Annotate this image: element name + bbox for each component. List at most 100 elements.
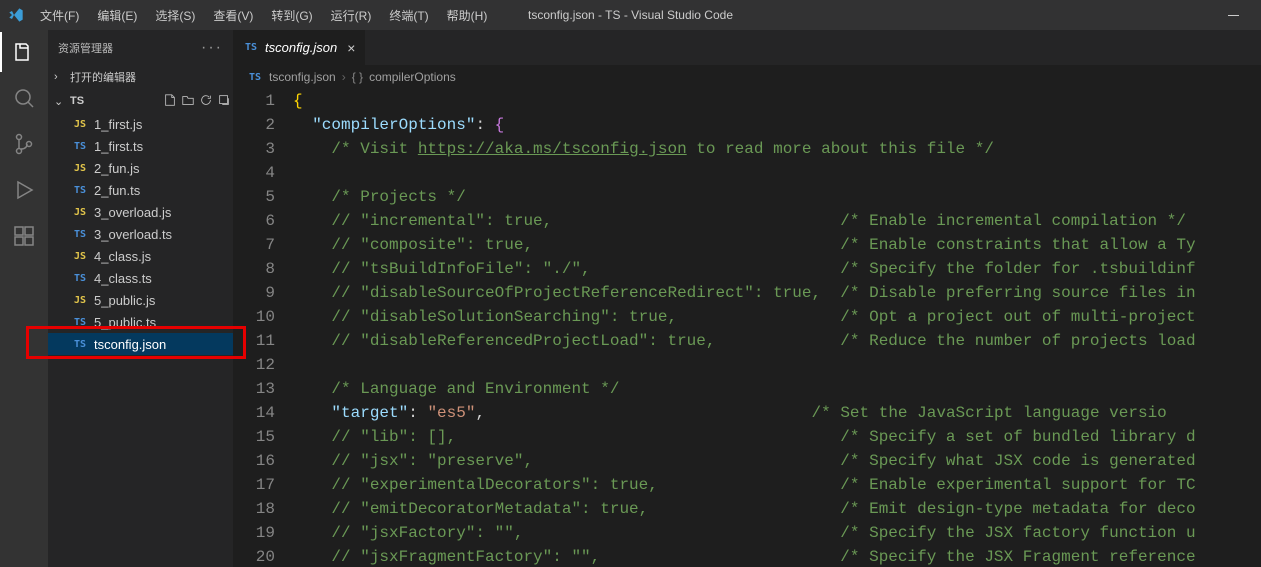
line-number: 16 — [233, 449, 275, 473]
file-item[interactable]: TS4_class.ts — [48, 267, 233, 289]
tab-tsconfig[interactable]: ts tsconfig.json × — [233, 30, 366, 65]
breadcrumbs[interactable]: TS tsconfig.json › { } compilerOptions — [233, 65, 1261, 89]
file-name: 4_class.js — [94, 249, 151, 264]
menu-edit[interactable]: 编辑(E) — [89, 3, 145, 28]
code-line[interactable]: { — [293, 89, 1261, 113]
window-minimize-button[interactable] — [1213, 0, 1253, 30]
extensions-icon[interactable] — [10, 222, 38, 250]
ts-file-icon: TS — [72, 141, 88, 152]
menubar: 文件(F) 编辑(E) 选择(S) 查看(V) 转到(G) 运行(R) 终端(T… — [32, 3, 495, 28]
code-line[interactable]: // "jsxFragmentFactory": "", /* Specify … — [293, 545, 1261, 567]
titlebar: 文件(F) 编辑(E) 选择(S) 查看(V) 转到(G) 运行(R) 终端(T… — [0, 0, 1261, 30]
code-line[interactable]: "target": "es5", /* Set the JavaScript l… — [293, 401, 1261, 425]
refresh-icon[interactable] — [199, 93, 213, 110]
line-number: 18 — [233, 497, 275, 521]
explorer-icon[interactable] — [10, 38, 38, 66]
js-file-icon: JS — [72, 207, 88, 218]
code-line[interactable]: /* Projects */ — [293, 185, 1261, 209]
menu-run[interactable]: 运行(R) — [323, 3, 380, 28]
line-number: 2 — [233, 113, 275, 137]
code-line[interactable]: // "tsBuildInfoFile": "./", /* Specify t… — [293, 257, 1261, 281]
breadcrumb-node: compilerOptions — [369, 70, 456, 84]
line-number: 14 — [233, 401, 275, 425]
code-line[interactable]: // "jsx": "preserve", /* Specify what JS… — [293, 449, 1261, 473]
file-item[interactable]: TS3_overload.ts — [48, 223, 233, 245]
line-number: 17 — [233, 473, 275, 497]
js-file-icon: JS — [72, 119, 88, 130]
code-line[interactable]: /* Language and Environment */ — [293, 377, 1261, 401]
folder-name: TS — [70, 95, 84, 107]
menu-file[interactable]: 文件(F) — [32, 3, 87, 28]
line-number: 12 — [233, 353, 275, 377]
code-content[interactable]: { "compilerOptions": { /* Visit https://… — [293, 89, 1261, 567]
source-control-icon[interactable] — [10, 130, 38, 158]
explorer-title: 资源管理器 — [58, 40, 113, 56]
menu-terminal[interactable]: 终端(T) — [381, 3, 436, 28]
new-folder-icon[interactable] — [181, 93, 195, 110]
vscode-logo-icon — [8, 7, 24, 23]
brace-icon: { } — [352, 70, 363, 84]
folder-section[interactable]: ⌄ TS — [48, 89, 233, 113]
sidebar-more-icon[interactable]: ··· — [201, 39, 223, 57]
code-line[interactable]: // "experimentalDecorators": true, /* En… — [293, 473, 1261, 497]
line-number: 13 — [233, 377, 275, 401]
file-item[interactable]: TS tsconfig.json — [48, 333, 233, 355]
file-item[interactable]: TS 1_first.ts — [48, 135, 233, 157]
close-icon[interactable]: × — [347, 40, 355, 56]
menu-selection[interactable]: 选择(S) — [147, 3, 203, 28]
code-line[interactable]: // "composite": true, /* Enable constrai… — [293, 233, 1261, 257]
file-name: 2_fun.js — [94, 161, 140, 176]
code-line[interactable]: // "disableSolutionSearching": true, /* … — [293, 305, 1261, 329]
js-file-icon: JS — [72, 251, 88, 262]
ts-file-icon: TS — [72, 317, 88, 328]
code-line[interactable]: // "disableSourceOfProjectReferenceRedir… — [293, 281, 1261, 305]
new-file-icon[interactable] — [163, 93, 177, 110]
file-item[interactable]: JS 3_overload.js — [48, 201, 233, 223]
breadcrumb-file: tsconfig.json — [269, 70, 336, 84]
ts-file-icon: ts — [243, 42, 259, 53]
file-name: 1_first.js — [94, 117, 142, 132]
sidebar-header: 资源管理器 ··· — [48, 30, 233, 65]
code-line[interactable]: // "jsxFactory": "", /* Specify the JSX … — [293, 521, 1261, 545]
file-item[interactable]: TS 5_public.ts — [48, 311, 233, 333]
file-item[interactable]: JS5_public.js — [48, 289, 233, 311]
line-number: 20 — [233, 545, 275, 567]
line-number: 4 — [233, 161, 275, 185]
chevron-right-icon: › — [342, 70, 346, 84]
file-name: 4_class.ts — [94, 271, 152, 286]
js-file-icon: JS — [72, 295, 88, 306]
menu-help[interactable]: 帮助(H) — [439, 3, 496, 28]
tab-label: tsconfig.json — [265, 40, 337, 55]
code-line[interactable] — [293, 161, 1261, 185]
ts-file-icon: TS — [72, 339, 88, 350]
code-line[interactable]: // "lib": [], /* Specify a set of bundle… — [293, 425, 1261, 449]
file-name: 3_overload.js — [94, 205, 171, 220]
line-number: 9 — [233, 281, 275, 305]
line-number: 15 — [233, 425, 275, 449]
code-line[interactable]: // "incremental": true, /* Enable increm… — [293, 209, 1261, 233]
chevron-right-icon: › — [54, 71, 66, 83]
search-icon[interactable] — [10, 84, 38, 112]
file-item[interactable]: JS 4_class.js — [48, 245, 233, 267]
collapse-all-icon[interactable] — [217, 93, 231, 110]
menu-view[interactable]: 查看(V) — [205, 3, 261, 28]
file-list: JS 1_first.js TS 1_first.ts JS 2_fun.js TS2_fu… — [48, 113, 233, 355]
file-item[interactable]: TS2_fun.ts — [48, 179, 233, 201]
code-line[interactable]: "compilerOptions": { — [293, 113, 1261, 137]
code-line[interactable]: // "emitDecoratorMetadata": true, /* Emi… — [293, 497, 1261, 521]
run-debug-icon[interactable] — [10, 176, 38, 204]
file-item[interactable]: JS 2_fun.js — [48, 157, 233, 179]
code-line[interactable]: /* Visit https://aka.ms/tsconfig.json to… — [293, 137, 1261, 161]
menu-go[interactable]: 转到(G) — [263, 3, 320, 28]
code-line[interactable] — [293, 353, 1261, 377]
editor-body[interactable]: 1234567891011121314151617181920 { "compi… — [233, 89, 1261, 567]
file-name: 1_first.ts — [94, 139, 143, 154]
file-item[interactable]: JS 1_first.js — [48, 113, 233, 135]
js-file-icon: JS — [72, 163, 88, 174]
code-line[interactable]: // "disableReferencedProjectLoad": true,… — [293, 329, 1261, 353]
file-name: tsconfig.json — [94, 337, 166, 352]
editor-area: ts tsconfig.json × TS tsconfig.json › { … — [233, 30, 1261, 567]
line-number: 5 — [233, 185, 275, 209]
open-editors-section[interactable]: › 打开的编辑器 — [48, 65, 233, 89]
file-name: 5_public.ts — [94, 315, 156, 330]
